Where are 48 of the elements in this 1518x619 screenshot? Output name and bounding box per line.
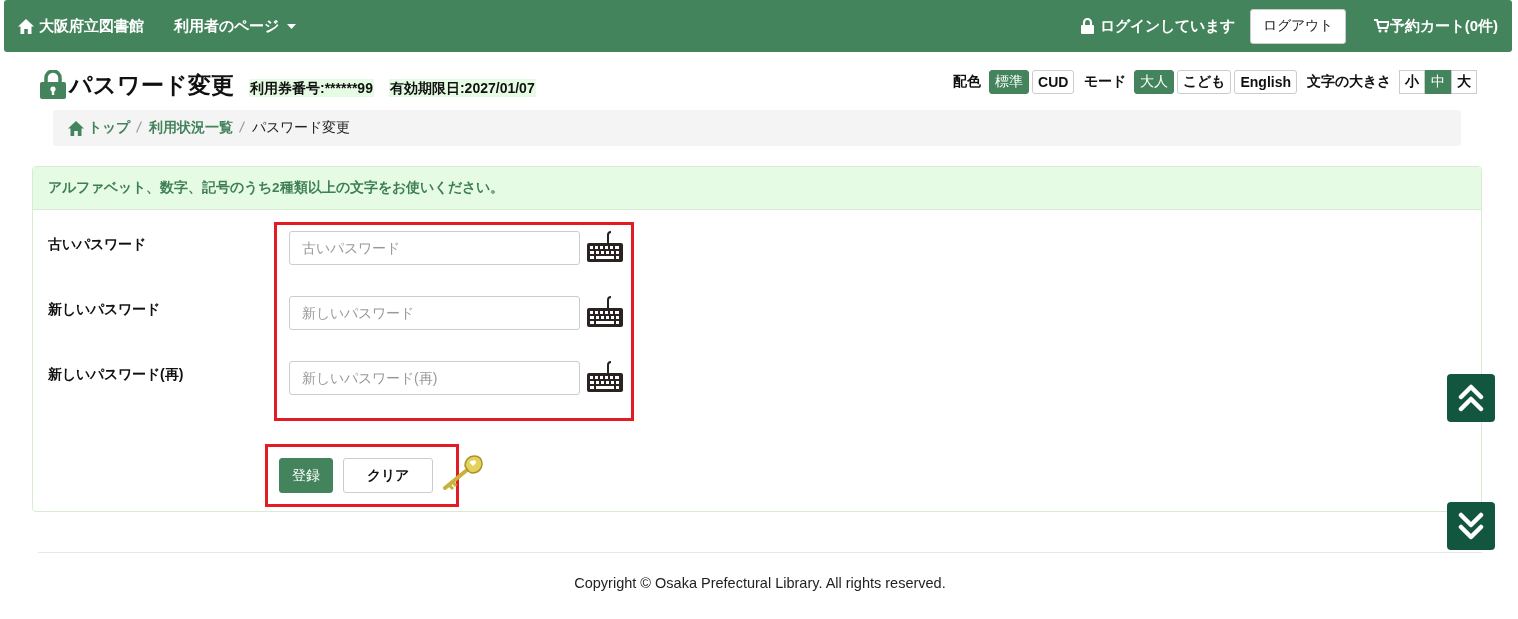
password-field[interactable]: 新しいパスワード [289, 296, 580, 330]
clear-button[interactable]: クリア [343, 458, 433, 493]
option-button[interactable]: こども [1177, 70, 1232, 94]
card-number: 利用券番号:******99 [249, 79, 374, 97]
page-title: パスワード変更 [69, 71, 234, 99]
option-button[interactable]: 中 [1425, 70, 1451, 94]
breadcrumb-link[interactable]: トップ [68, 119, 130, 137]
breadcrumb-current: パスワード変更 [252, 119, 350, 137]
keyboard-icon [586, 231, 624, 263]
home-icon [68, 120, 84, 136]
double-chevron-down-icon [1458, 512, 1484, 540]
option-button[interactable]: 大人 [1134, 70, 1175, 94]
logout-button[interactable]: ログアウト [1249, 8, 1346, 44]
scroll-bottom-button[interactable] [1447, 502, 1495, 550]
option-label: 配色 [953, 73, 982, 91]
separator-icon [136, 121, 142, 133]
option-button[interactable]: 大 [1451, 70, 1477, 94]
home-icon [18, 18, 34, 34]
keyboard-icon [586, 296, 624, 328]
key-icon [443, 454, 483, 492]
keyboard-icon [586, 361, 624, 393]
caret-icon [287, 23, 296, 29]
register-button[interactable]: 登録 [279, 458, 333, 493]
option-label: モード [1084, 73, 1127, 91]
user-menu-dropdown[interactable]: 利用者のページ [174, 16, 296, 36]
login-status: ログインしています [1099, 16, 1235, 36]
field-label: 古いパスワード [48, 235, 147, 254]
notice-message: アルファベット、数字、記号のうち2種類以上の文字をお使いください。 [33, 167, 1481, 210]
expiry-date: 有効期限日:2027/01/07 [388, 79, 536, 97]
scroll-top-button[interactable] [1447, 374, 1495, 422]
copyright-text: Copyright © Osaka Prefectural Library. All rights reserved. [573, 575, 947, 591]
password-field[interactable]: 新しいパスワード(再) [289, 361, 580, 395]
option-label: 文字の大きさ [1307, 73, 1391, 91]
cart-link[interactable]: 予約カート(0件) [1373, 16, 1498, 36]
breadcrumb-link[interactable]: 利用状況一覧 [149, 119, 233, 137]
lock-icon [1080, 18, 1094, 34]
field-label: 新しいパスワード(再) [48, 365, 185, 384]
option-button[interactable]: English [1234, 70, 1297, 94]
field-label: 新しいパスワード [48, 300, 161, 319]
option-button[interactable]: CUD [1032, 70, 1075, 94]
double-chevron-up-icon [1458, 384, 1484, 412]
lock-icon [40, 70, 66, 99]
option-button[interactable]: 小 [1399, 70, 1425, 94]
option-button[interactable]: 標準 [989, 70, 1030, 94]
cart-icon [1373, 19, 1389, 33]
separator-icon [239, 121, 245, 133]
brand-link[interactable]: 大阪府立図書館 [18, 16, 144, 36]
password-field[interactable]: 古いパスワード [289, 231, 580, 265]
